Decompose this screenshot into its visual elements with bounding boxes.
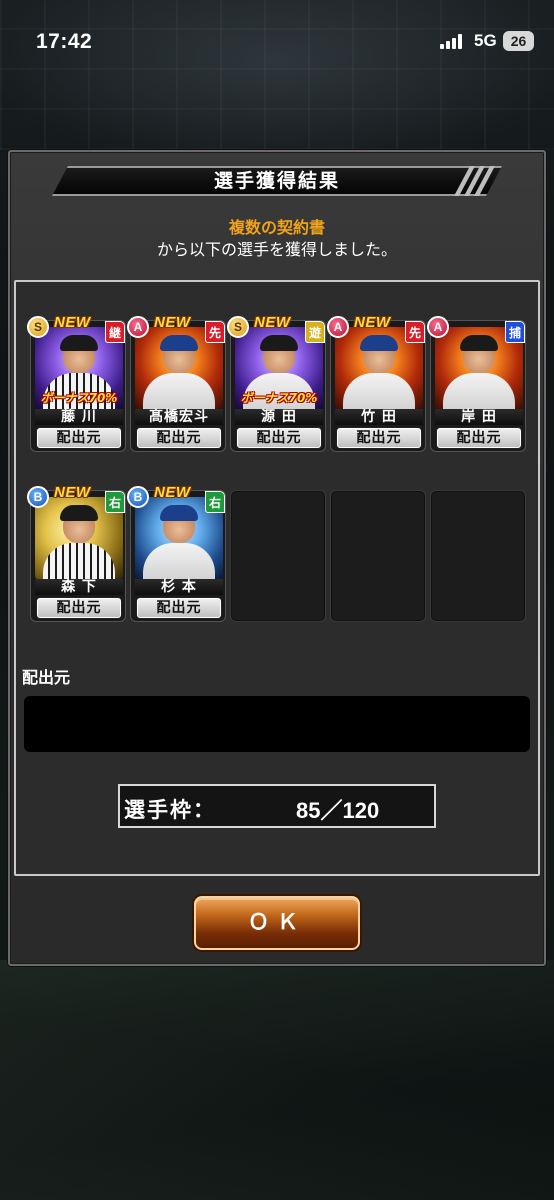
player-card[interactable]: 岸 田配出元 捕 A	[427, 316, 526, 452]
source-button[interactable]: 配出元	[336, 427, 422, 449]
player-card-frame: 髙橋宏斗配出元 先	[130, 320, 226, 452]
position-badge: 遊	[305, 321, 325, 343]
bonus-label: ボーナス70%	[40, 391, 118, 405]
empty-card-slot	[230, 490, 326, 622]
source-button[interactable]: 配出元	[36, 427, 122, 449]
source-label: 配出元	[22, 668, 71, 687]
signal-icon	[440, 33, 466, 49]
background-field	[0, 960, 554, 1200]
player-name: 藤 川	[35, 409, 123, 425]
message-body: から以下の選手を獲得しました。	[156, 240, 397, 259]
source-button[interactable]: 配出元	[36, 597, 122, 619]
player-card[interactable]: ボーナス70% 源 田配出元 遊 S NEW	[227, 314, 326, 452]
rank-badge: S	[227, 316, 249, 338]
bonus-label: ボーナス70%	[240, 391, 318, 405]
message-highlight: 複数の契約書	[228, 218, 325, 237]
new-badge: NEW	[254, 314, 291, 331]
player-name: 竹 田	[335, 409, 423, 425]
position-badge: 継	[105, 321, 125, 343]
empty-card-slot	[330, 490, 426, 622]
rank-badge: B	[127, 486, 149, 508]
player-name: 岸 田	[435, 409, 523, 425]
rank-badge: A	[127, 316, 149, 338]
new-badge: NEW	[354, 314, 391, 331]
source-display	[24, 696, 530, 752]
player-name: 髙橋宏斗	[135, 409, 223, 425]
player-card[interactable]: 竹 田配出元 先 A NEW	[327, 314, 426, 452]
source-button[interactable]: 配出元	[436, 427, 522, 449]
rank-badge: A	[427, 316, 449, 338]
status-bar: 17:42 5G 26	[0, 0, 554, 80]
player-card-frame: 竹 田配出元 先	[330, 320, 426, 452]
player-card-frame: 森 下配出元 右	[30, 490, 126, 622]
player-card-frame: ボーナス70% 藤 川配出元 継	[30, 320, 126, 452]
player-name: 森 下	[35, 579, 123, 595]
new-badge: NEW	[54, 484, 91, 501]
position-badge: 先	[405, 321, 425, 343]
status-time: 17:42	[36, 30, 93, 53]
position-badge: 捕	[505, 321, 525, 343]
player-card-frame: 岸 田配出元 捕	[430, 320, 526, 452]
battery-icon: 26	[503, 31, 534, 51]
player-card-frame: ボーナス70% 源 田配出元 遊	[230, 320, 326, 452]
network-label: 5G	[474, 31, 497, 50]
source-button[interactable]: 配出元	[136, 597, 222, 619]
empty-card-slot	[430, 490, 526, 622]
position-badge: 先	[205, 321, 225, 343]
player-card[interactable]: 森 下配出元 右 B NEW	[27, 484, 126, 622]
player-card[interactable]: 髙橋宏斗配出元 先 A NEW	[127, 314, 226, 452]
new-badge: NEW	[154, 314, 191, 331]
roster-count: 85／120	[296, 798, 380, 823]
player-name: 源 田	[235, 409, 323, 425]
rank-badge: S	[27, 316, 49, 338]
player-name: 杉 本	[135, 579, 223, 595]
roster-label: 選手枠：	[124, 798, 216, 822]
new-badge: NEW	[154, 484, 191, 501]
rank-badge: A	[327, 316, 349, 338]
position-badge: 右	[105, 491, 125, 513]
source-button[interactable]: 配出元	[236, 427, 322, 449]
player-card[interactable]: ボーナス70% 藤 川配出元 継 S NEW	[27, 314, 126, 452]
position-badge: 右	[205, 491, 225, 513]
player-card-frame: 杉 本配出元 右	[130, 490, 226, 622]
source-button[interactable]: 配出元	[136, 427, 222, 449]
new-badge: NEW	[54, 314, 91, 331]
rank-badge: B	[27, 486, 49, 508]
dialog-title: 選手獲得結果	[213, 170, 340, 192]
player-card[interactable]: 杉 本配出元 右 B NEW	[127, 484, 226, 622]
ok-button[interactable]: ＯＫ	[194, 896, 360, 950]
